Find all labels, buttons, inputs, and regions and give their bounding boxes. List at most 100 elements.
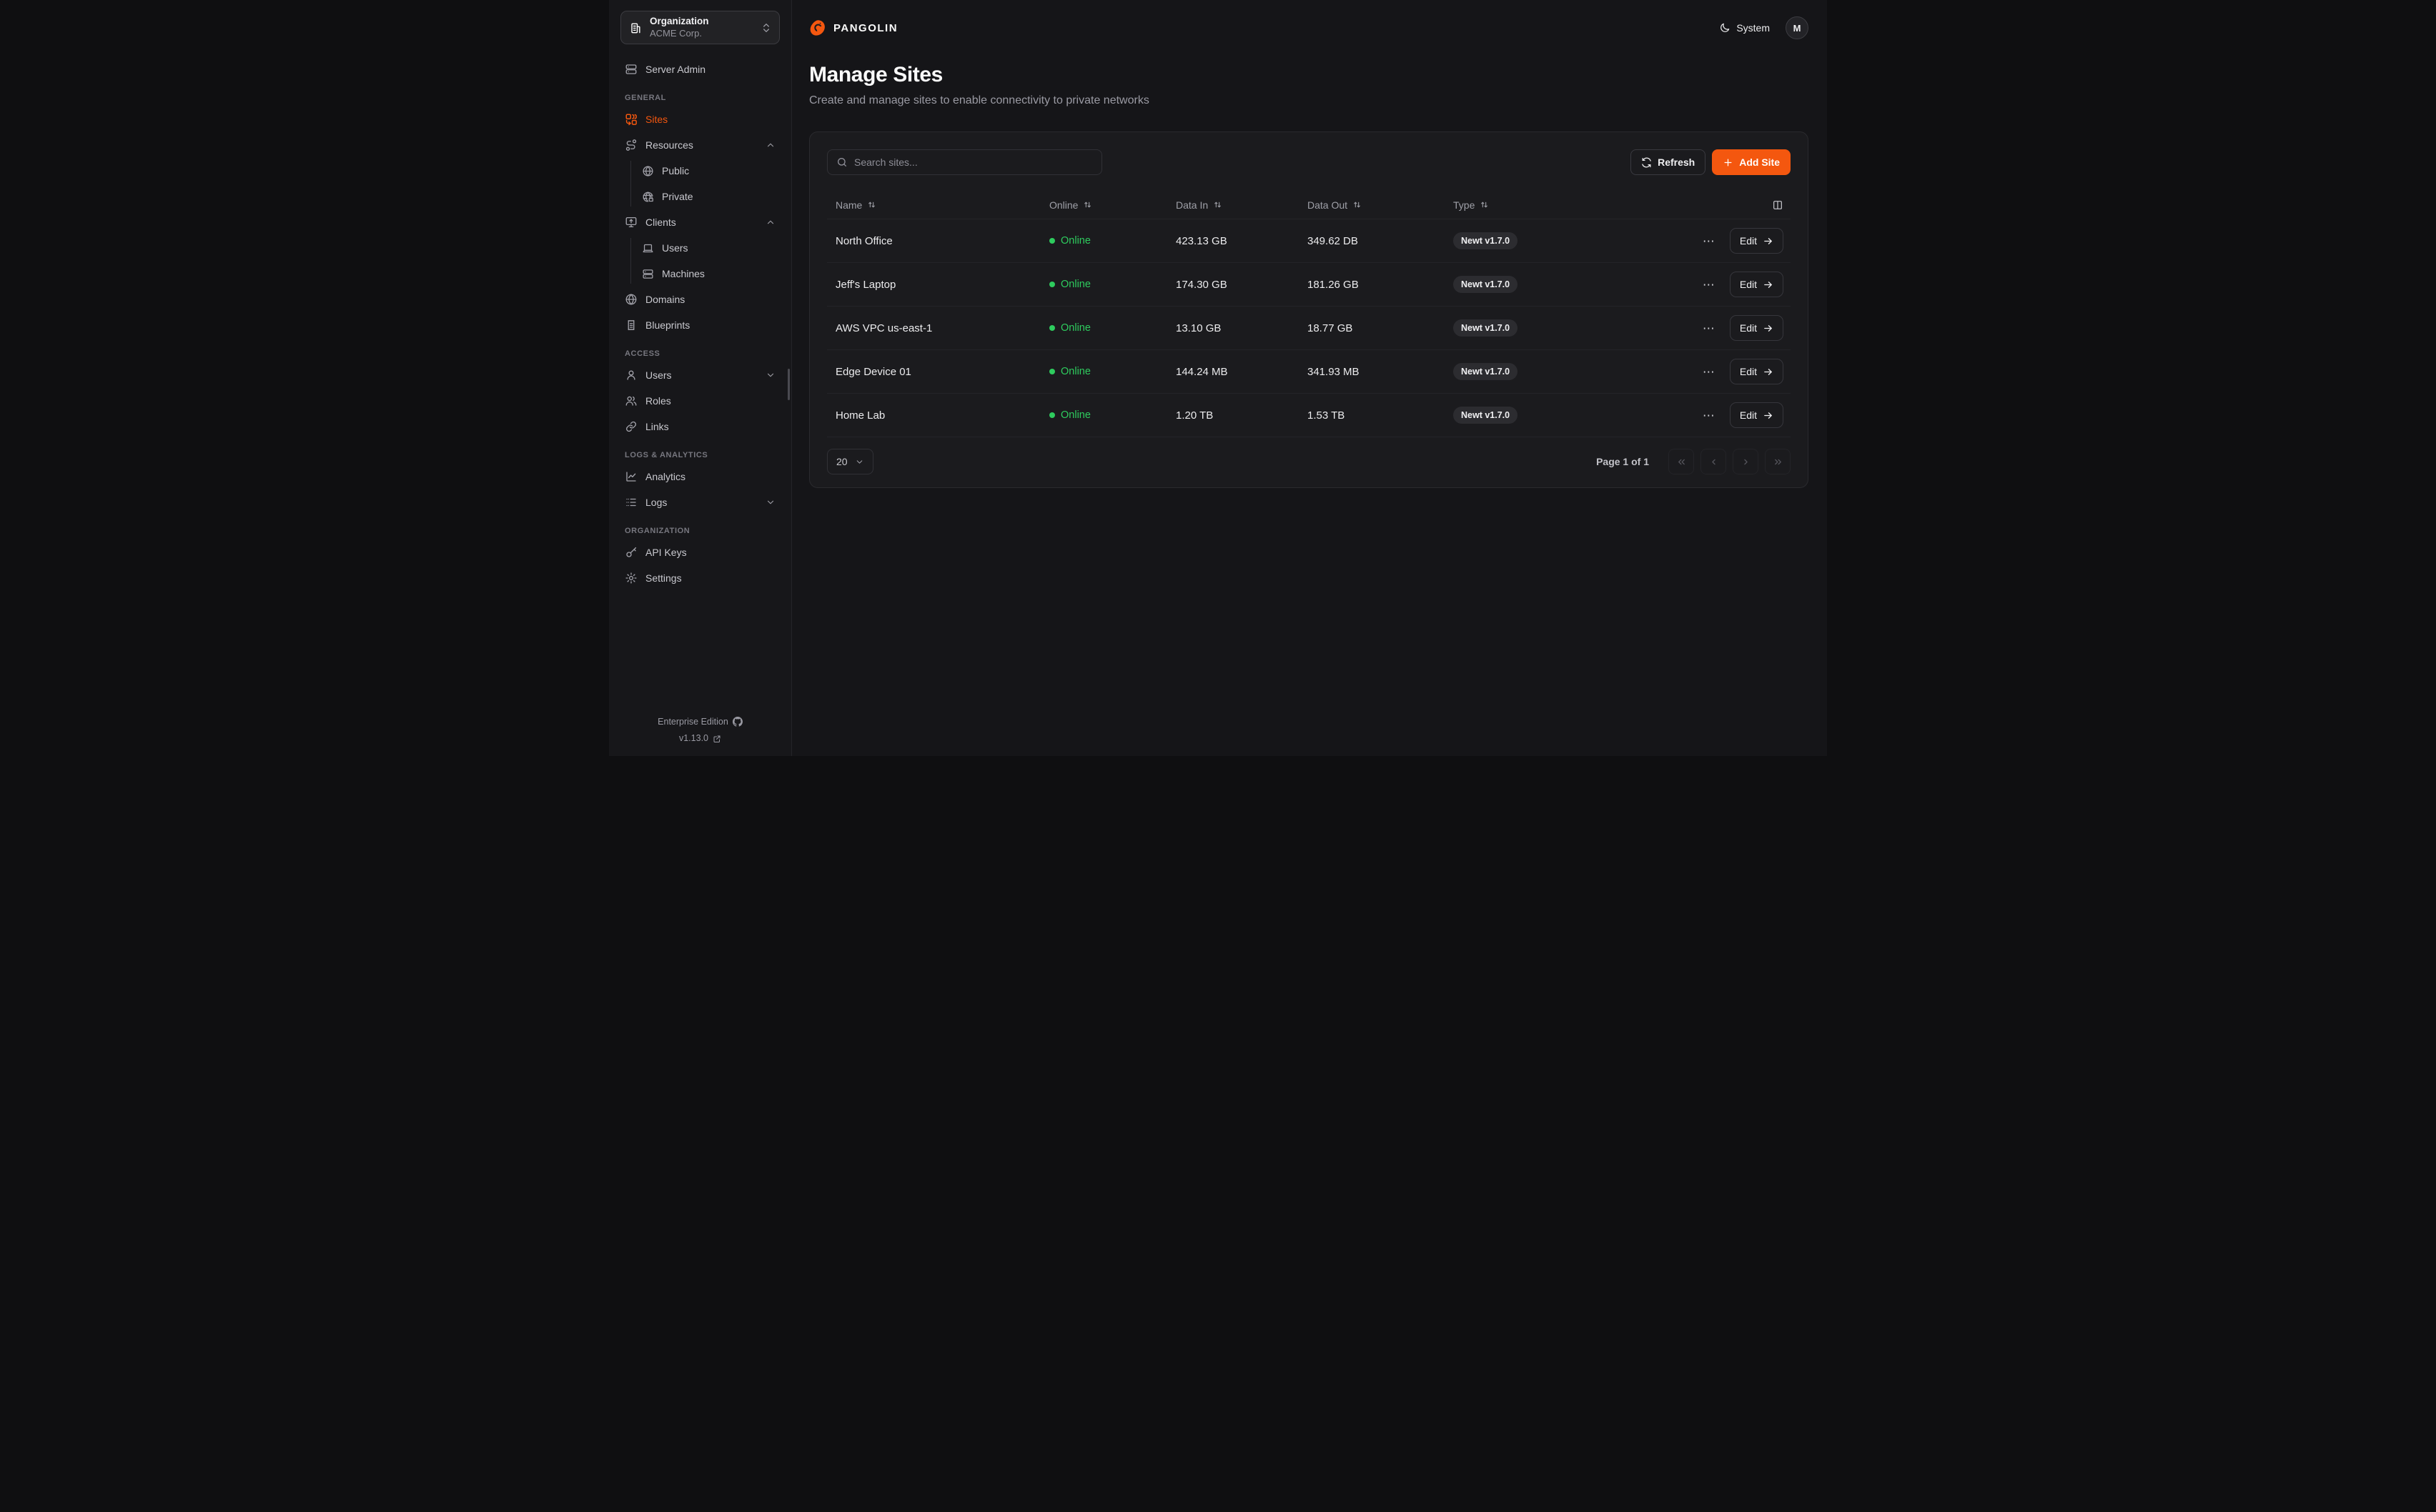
data-in-value: 144.24 MB xyxy=(1167,366,1299,378)
sidebar-item-label: Sites xyxy=(645,114,776,125)
site-name: Jeff's Laptop xyxy=(827,279,1041,291)
search-input[interactable] xyxy=(854,156,1093,168)
sidebar-item-analytics[interactable]: Analytics xyxy=(620,464,780,489)
sidebar-item-label: Logs xyxy=(645,497,758,508)
site-name: North Office xyxy=(827,235,1041,247)
version-label: v1.13.0 xyxy=(679,730,708,747)
column-header-data-out[interactable]: Data Out xyxy=(1299,199,1445,211)
edit-button[interactable]: Edit xyxy=(1730,315,1783,341)
row-menu-button[interactable]: ⋯ xyxy=(1703,366,1715,378)
status-badge: Online xyxy=(1049,235,1167,247)
sidebar-item-sites[interactable]: Sites xyxy=(620,106,780,132)
sort-icon xyxy=(1480,200,1489,209)
pagination-bar: 20 Page 1 of 1 xyxy=(827,449,1791,474)
sidebar-item-api-keys[interactable]: API Keys xyxy=(620,539,780,565)
sidebar-item-logs[interactable]: Logs xyxy=(620,489,780,515)
data-in-value: 423.13 GB xyxy=(1167,235,1299,247)
refresh-button[interactable]: Refresh xyxy=(1630,149,1705,175)
sidebar-item-clients[interactable]: Clients xyxy=(620,209,780,235)
theme-toggle-label: System xyxy=(1736,22,1770,34)
online-dot-icon xyxy=(1049,369,1055,374)
sidebar-item-resources[interactable]: Resources xyxy=(620,132,780,158)
last-page-button[interactable] xyxy=(1765,449,1791,474)
column-label: Name xyxy=(836,199,862,211)
search-icon xyxy=(836,156,848,168)
column-header-name[interactable]: Name xyxy=(827,199,1041,211)
edit-button[interactable]: Edit xyxy=(1730,272,1783,297)
version-link[interactable]: v1.13.0 xyxy=(679,730,721,747)
column-header-data-in[interactable]: Data In xyxy=(1167,199,1299,211)
globe-icon xyxy=(625,293,638,306)
sidebar-item-label: Resources xyxy=(645,139,758,151)
sites-toolbar: Refresh Add Site xyxy=(827,149,1791,175)
edit-button[interactable]: Edit xyxy=(1730,228,1783,254)
online-dot-icon xyxy=(1049,412,1055,418)
chevron-down-icon xyxy=(855,457,864,467)
sidebar-item-client-users[interactable]: Users xyxy=(640,235,780,261)
sidebar-item-machines[interactable]: Machines xyxy=(640,261,780,287)
brand[interactable]: PANGOLIN xyxy=(809,19,898,37)
row-menu-button[interactable]: ⋯ xyxy=(1703,322,1715,334)
data-in-value: 1.20 TB xyxy=(1167,409,1299,422)
sidebar-item-roles[interactable]: Roles xyxy=(620,388,780,414)
row-menu-button[interactable]: ⋯ xyxy=(1703,279,1715,291)
next-page-button[interactable] xyxy=(1733,449,1758,474)
sidebar-item-settings[interactable]: Settings xyxy=(620,565,780,591)
site-name: Edge Device 01 xyxy=(827,366,1041,378)
chevron-up-icon xyxy=(766,217,776,227)
edit-button[interactable]: Edit xyxy=(1730,402,1783,428)
status-badge: Online xyxy=(1049,409,1167,421)
pager-controls: Page 1 of 1 xyxy=(1596,449,1791,474)
first-page-button[interactable] xyxy=(1668,449,1694,474)
avatar[interactable]: M xyxy=(1786,16,1808,39)
sort-icon xyxy=(1213,200,1222,209)
theme-toggle-button[interactable]: System xyxy=(1719,22,1770,34)
sidebar-item-label: Machines xyxy=(662,268,776,279)
column-header-type[interactable]: Type xyxy=(1445,199,1652,211)
refresh-icon xyxy=(1641,157,1652,168)
main-content: PANGOLIN System M Manage Sites Create an… xyxy=(792,0,1827,756)
pangolin-logo-icon xyxy=(809,19,827,37)
section-label-access: ACCESS xyxy=(620,349,780,358)
status-badge: Online xyxy=(1049,366,1167,377)
page-size-value: 20 xyxy=(836,456,848,467)
prev-page-button[interactable] xyxy=(1700,449,1726,474)
sidebar-item-links[interactable]: Links xyxy=(620,414,780,439)
sidebar-item-blueprints[interactable]: Blueprints xyxy=(620,312,780,338)
add-site-button[interactable]: Add Site xyxy=(1712,149,1791,175)
column-toggle-button[interactable] xyxy=(1652,199,1791,211)
row-menu-button[interactable]: ⋯ xyxy=(1703,235,1715,247)
table-header-row: Name Online Data In Data Out xyxy=(827,191,1791,219)
sidebar-scrollbar-thumb[interactable] xyxy=(788,369,790,400)
org-switcher[interactable]: Organization ACME Corp. xyxy=(620,11,780,44)
table-row: Home Lab Online 1.20 TB 1.53 TB Newt v1.… xyxy=(827,394,1791,437)
sites-card: Refresh Add Site Name Online xyxy=(809,131,1808,488)
add-site-label: Add Site xyxy=(1739,156,1780,168)
building-icon xyxy=(628,21,643,35)
sort-icon xyxy=(867,200,876,209)
status-label: Online xyxy=(1061,279,1091,290)
github-icon[interactable] xyxy=(733,717,743,727)
globe-icon xyxy=(642,165,654,177)
sidebar-item-private[interactable]: Private xyxy=(640,184,780,209)
sidebar-item-label: Blueprints xyxy=(645,319,776,331)
sidebar-footer: Enterprise Edition v1.13.0 xyxy=(620,714,780,748)
edit-button[interactable]: Edit xyxy=(1730,359,1783,384)
arrow-right-icon xyxy=(1763,279,1773,290)
column-label: Data Out xyxy=(1307,199,1347,211)
sites-icon xyxy=(625,113,638,126)
sidebar-item-users[interactable]: Users xyxy=(620,362,780,388)
arrow-right-icon xyxy=(1763,323,1773,334)
sidebar-item-domains[interactable]: Domains xyxy=(620,287,780,312)
chevron-down-icon xyxy=(766,370,776,380)
row-menu-button[interactable]: ⋯ xyxy=(1703,409,1715,422)
status-label: Online xyxy=(1061,366,1091,377)
user-icon xyxy=(625,369,638,382)
column-header-online[interactable]: Online xyxy=(1041,199,1167,211)
sidebar-item-public[interactable]: Public xyxy=(640,158,780,184)
sidebar-item-server-admin[interactable]: Server Admin xyxy=(620,56,780,82)
online-dot-icon xyxy=(1049,325,1055,331)
sidebar-item-label: Settings xyxy=(645,572,776,584)
page-size-select[interactable]: 20 xyxy=(827,449,873,474)
sidebar-item-label: API Keys xyxy=(645,547,776,558)
